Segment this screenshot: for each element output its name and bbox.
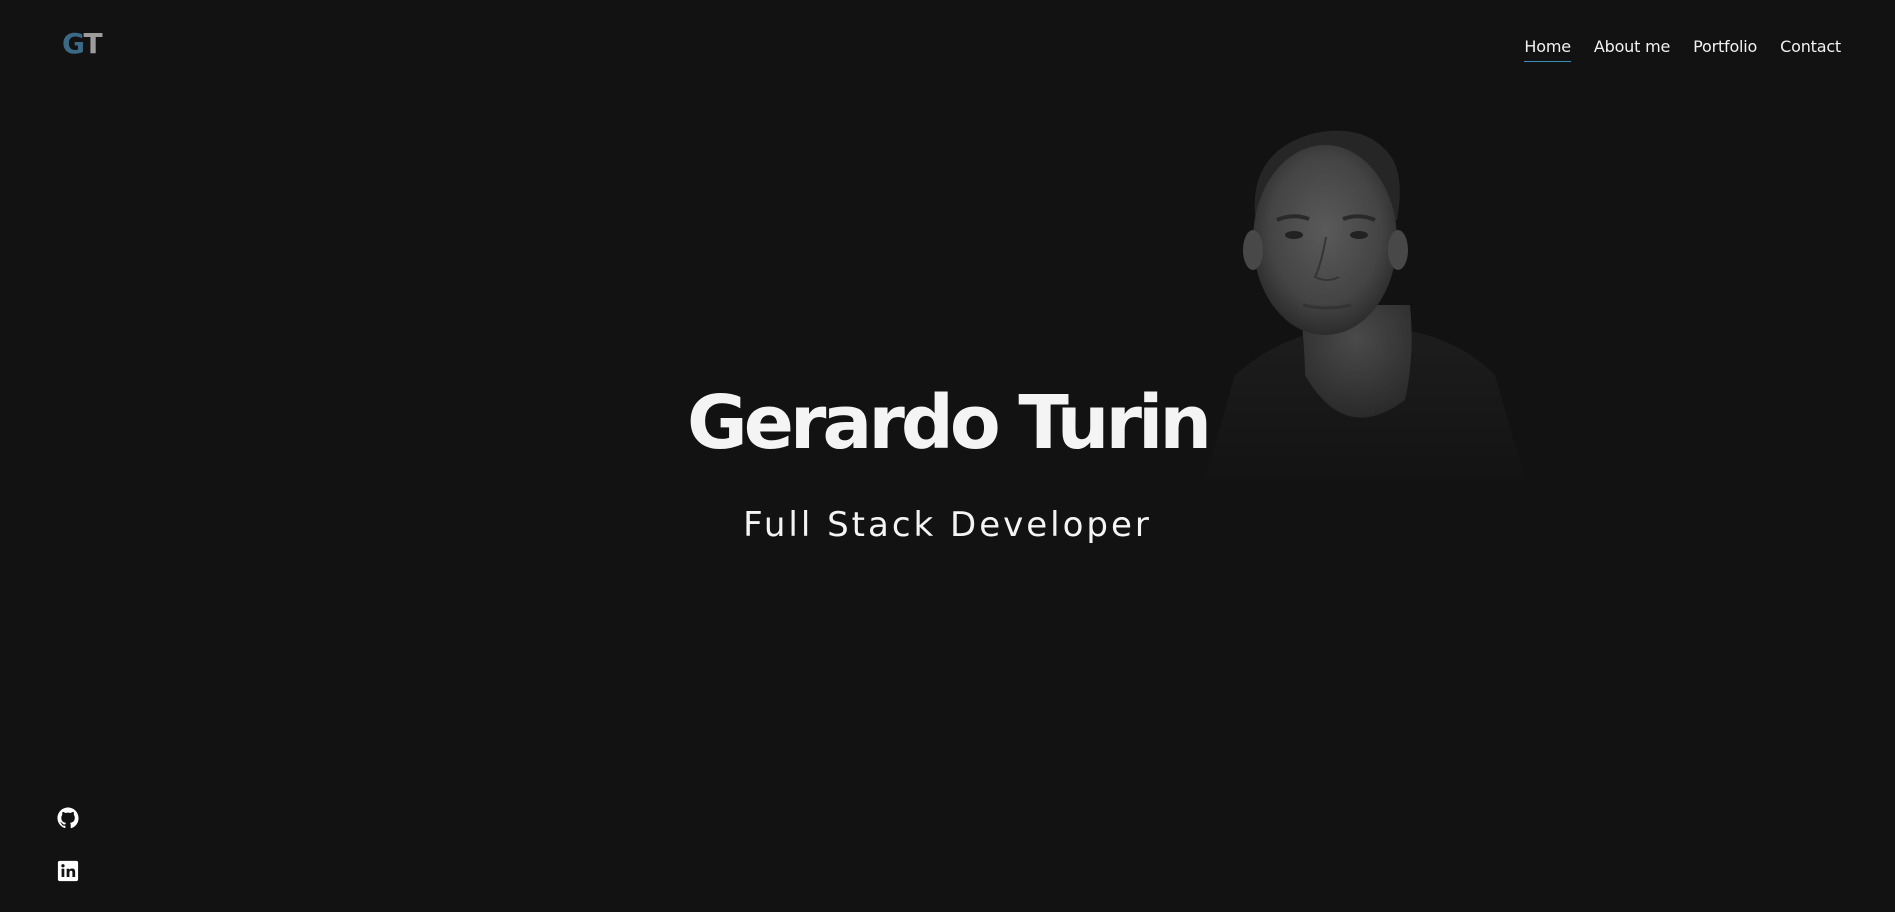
nav-link-about-me[interactable]: About me [1594,37,1670,62]
nav-link-contact[interactable]: Contact [1780,37,1841,62]
logo-letter-g: G [62,27,84,60]
nav-link-home[interactable]: Home [1524,37,1572,62]
hero-role: Full Stack Developer [743,505,1152,545]
hero-name: Gerardo Turin [687,380,1212,466]
landing-page: GT Home About me Portfolio Contact Gerar… [0,0,1895,912]
nav-link-portfolio[interactable]: Portfolio [1693,37,1757,62]
linkedin-icon[interactable] [57,860,79,882]
main-nav: Home About me Portfolio Contact [1524,37,1841,62]
site-logo[interactable]: GT [62,27,103,60]
logo-letter-t: T [83,27,103,60]
github-icon[interactable] [57,807,79,829]
